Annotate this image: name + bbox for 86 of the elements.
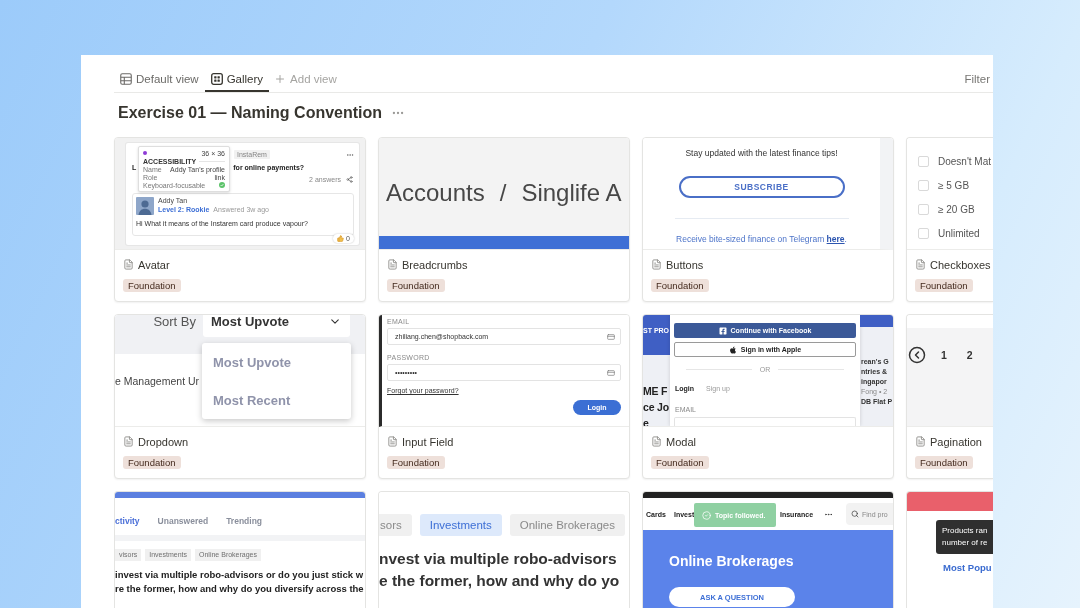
category-tag: Foundation [915,279,973,292]
card-icon [607,332,615,341]
dropdown-option: Most Recent [202,381,351,419]
feed-tab-label: Trending [226,515,262,528]
share-icon [346,176,353,183]
question-text: e the former, how and why do yo [379,571,621,591]
document-icon [123,259,134,270]
marker-icon [143,151,147,155]
card-title: Buttons [666,258,704,271]
breadcrumb-link: Singlife A [521,179,622,207]
document-icon [915,436,926,447]
hero-title: Online Brokerages [669,553,794,570]
card-icon [607,368,615,377]
search-icon [851,510,859,518]
card-title: Modal [666,435,696,448]
gallery-card[interactable]: Sort By Most Upvote e Management Ur Most Upvote Most Recent Dropdown Foundation [114,314,366,479]
filter-button[interactable]: Filter [961,64,993,92]
gallery-card[interactable]: sors Investments Online Brokerages nvest via multiple robo-advisors e the former, how and why do yo [378,491,630,608]
card-title: Dropdown [138,435,189,448]
gallery-card[interactable]: Stay updated with the latest finance tips! SUBSCRIBE Receive bite-sized finance on Telegram here. Buttons Foundation [642,137,894,302]
sort-select: Most Upvote [203,315,350,337]
topic-chip: sors [379,514,412,536]
plus-icon [274,73,287,85]
gallery-card[interactable]: Products ran number of re Most Popu [906,491,993,608]
tooltip-text: number of re [942,537,989,549]
category-tag: Foundation [387,456,445,469]
view-tab[interactable]: Gallery [204,64,270,92]
question-text: re the former, how and why do you diversify across the [115,582,365,596]
header-banner [860,315,893,327]
grid-icon [210,73,223,85]
document-icon [387,259,398,270]
table-icon [120,73,132,85]
page-title: Exercise 01 — Naming Convention [118,104,383,122]
headline-text: ce Jo [643,400,670,415]
category-tag: Foundation [651,456,709,469]
category-tag: Foundation [387,279,445,292]
page-number: 2 [966,349,973,361]
card-title: Breadcrumbs [402,258,468,271]
tooltip-text: Products ran [942,525,989,537]
category-tag: Foundation [651,279,709,292]
document-icon [915,259,926,270]
card-title: Checkboxes [930,258,991,271]
view-tab[interactable]: Default view [114,64,205,92]
check-circle-icon [219,182,225,188]
checkbox-label: ≥ 5 GB [938,179,970,191]
headline-text: ME F [643,384,669,399]
document-icon [387,436,398,447]
checkbox-label: Unlimited [938,227,980,239]
category-tag: Foundation [123,456,181,469]
document-icon [651,436,662,447]
category-tag: Foundation [123,279,181,292]
gallery-card[interactable]: 1 2 Pagination Foundation [906,314,993,479]
page-text: e Management Ur [115,375,201,388]
card-title: Input Field [402,435,454,448]
dropdown-option: Most Upvote [202,343,351,381]
sort-label: Sort By [153,315,196,328]
breadcrumb-separator: / [499,179,507,207]
previous-icon [908,346,926,364]
most-popular-link: Most Popu [943,562,993,574]
category-tag: Foundation [915,456,973,469]
feed-tab-label: ctivity [115,515,140,528]
feed-tab-label: Unanswered [157,515,209,528]
gallery-card[interactable] [114,137,366,302]
document-icon [651,259,662,270]
gallery-card[interactable]: Doesn't Mat ≥ 5 GB ≥ 20 GB Unlimited Checkboxes Foundation [906,137,993,302]
checkbox-label: Doesn't Mat [938,155,992,167]
newsletter-heading: Stay updated with the latest finance tips! [685,148,838,159]
question-text: invest via multiple robo-advisors or do you just stick w [115,568,365,582]
apple-icon [728,345,737,354]
facebook-icon [718,326,727,335]
check-circle-icon [702,510,711,520]
telegram-link: here [826,234,845,244]
question-text: nvest via multiple robo-advisors [379,549,618,569]
card-title: Pagination [930,435,982,448]
card-title: Avatar [138,258,170,271]
subscribe-button: SUBSCRIBE [678,176,845,198]
telegram-note: Receive bite-sized finance on Telegram here. [676,234,847,245]
checkbox-label: ≥ 20 GB [938,203,975,215]
thumbs-up-icon [337,235,345,242]
page-number: 1 [941,349,947,361]
avatar-icon [136,197,154,215]
topic-chip: Online Brokerages [509,514,625,536]
topic-chip: Investments [419,514,502,536]
document-icon [123,436,134,447]
breadcrumb-link: Accounts [386,179,485,207]
gallery-card[interactable]: Accounts / Singlife A Breadcrumbs Foundation [378,137,630,302]
